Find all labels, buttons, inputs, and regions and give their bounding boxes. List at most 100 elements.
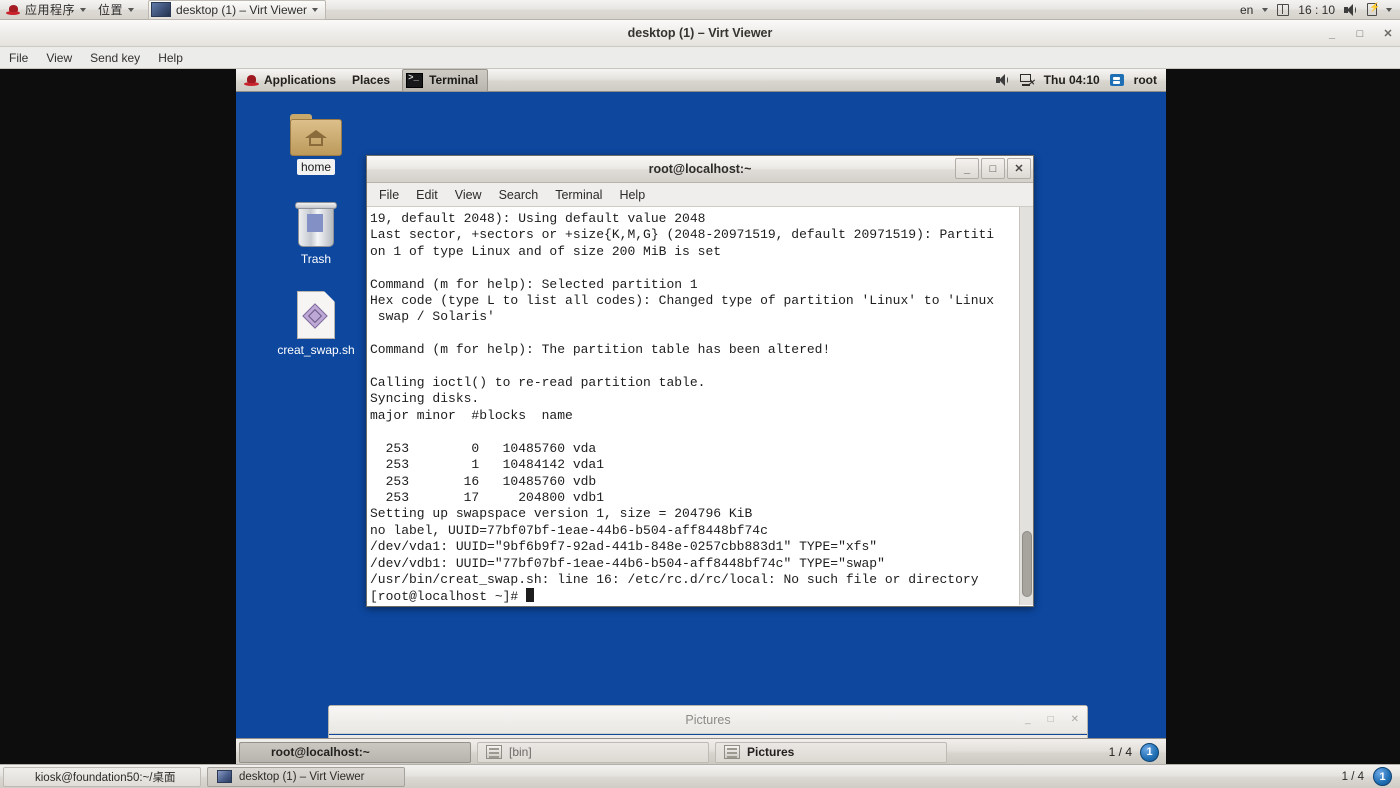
- vm-taskbar-item-terminal-label: root@localhost:~: [271, 745, 370, 759]
- vm-places-menu[interactable]: Places: [344, 69, 398, 92]
- host-taskbar-item-kiosk-terminal[interactable]: kiosk@foundation50:~/桌面: [3, 766, 201, 787]
- vm-taskbar-item-bin[interactable]: [bin]: [477, 741, 709, 763]
- desktop-icon-trash-label: Trash: [300, 252, 332, 266]
- terminal-menu-file[interactable]: File: [379, 188, 399, 202]
- vm-active-window-label: Terminal: [429, 73, 479, 87]
- vm-gnome-panel: Applications Places Terminal ✕ Thu 04:10…: [236, 69, 1166, 92]
- pictures-window-controls: _ □ ✕: [1025, 714, 1079, 725]
- terminal-output-area[interactable]: 19, default 2048): Using default value 2…: [367, 207, 1033, 605]
- minimize-button[interactable]: _: [1326, 28, 1338, 40]
- host-workspace-text: 1 / 4: [1341, 770, 1364, 783]
- vm-user-label[interactable]: root: [1134, 73, 1157, 87]
- terminal-window[interactable]: root@localhost:~ _ □ ✕ File Edit View Se…: [366, 155, 1034, 607]
- virt-viewer-titlebar: desktop (1) – Virt Viewer _ □ ✕: [0, 20, 1400, 47]
- vm-taskbar-item-pictures-label: Pictures: [747, 745, 795, 759]
- terminal-output-text: 19, default 2048): Using default value 2…: [370, 211, 995, 605]
- close-button[interactable]: ✕: [1071, 714, 1079, 725]
- menu-help[interactable]: Help: [158, 51, 183, 65]
- vm-workspace-badge[interactable]: 1: [1140, 742, 1159, 762]
- menu-file[interactable]: File: [9, 51, 28, 65]
- battery-icon[interactable]: [1367, 2, 1380, 16]
- vm-applications-label: Applications: [264, 73, 337, 87]
- maximize-button[interactable]: □: [1048, 714, 1054, 725]
- vm-places-label: Places: [352, 73, 391, 87]
- vm-workspace-text: 1 / 4: [1108, 745, 1132, 759]
- vm-active-window-button[interactable]: Terminal: [402, 69, 489, 92]
- script-file-icon: [297, 291, 335, 339]
- vm-workspace-switcher[interactable]: 1 / 4 1: [1108, 742, 1166, 762]
- host-applications-label: 应用程序: [25, 3, 76, 17]
- vm-taskbar: root@localhost:~ [bin] Pictures 1 / 4 1: [236, 738, 1166, 765]
- virt-viewer-window-controls: _ □ ✕: [1326, 20, 1394, 47]
- host-taskbar-item-virt-viewer-label: desktop (1) – Virt Viewer: [239, 770, 365, 783]
- host-places-label: 位置: [98, 3, 124, 17]
- chevron-down-icon[interactable]: [1386, 7, 1392, 12]
- virt-viewer-icon: [217, 770, 232, 783]
- terminal-menu-edit[interactable]: Edit: [416, 188, 438, 202]
- host-top-panel: 应用程序 位置 desktop (1) – Virt Viewer en 16 …: [0, 0, 1400, 20]
- terminal-cursor: [526, 588, 535, 603]
- desktop-icon-home[interactable]: home: [270, 114, 362, 175]
- minimize-button[interactable]: _: [955, 158, 979, 179]
- terminal-menu-terminal[interactable]: Terminal: [555, 188, 602, 202]
- host-window-list-label: desktop (1) – Virt Viewer: [176, 2, 307, 17]
- redhat-icon: [6, 4, 20, 16]
- vm-clock[interactable]: Thu 04:10: [1044, 73, 1100, 87]
- maximize-button[interactable]: □: [1354, 28, 1366, 40]
- host-workspace-badge[interactable]: 1: [1373, 767, 1392, 786]
- virt-viewer-icon: [151, 2, 172, 17]
- host-panel-tray: en 16 : 10: [1240, 2, 1400, 17]
- desktop-icon-home-label: home: [296, 159, 336, 175]
- host-workspace-switcher[interactable]: 1 / 4 1: [1342, 767, 1400, 786]
- terminal-scrollbar-thumb[interactable]: [1022, 531, 1032, 597]
- desktop-icon-creat-swap[interactable]: creat_swap.sh: [260, 291, 372, 358]
- vm-taskbar-item-terminal[interactable]: root@localhost:~: [239, 741, 471, 763]
- menu-view[interactable]: View: [46, 51, 72, 65]
- chevron-down-icon: [311, 7, 318, 12]
- menu-send-key[interactable]: Send key: [90, 51, 140, 65]
- volume-icon[interactable]: [995, 74, 1010, 86]
- vm-taskbar-item-pictures[interactable]: Pictures: [715, 741, 947, 763]
- close-button[interactable]: ✕: [1382, 27, 1394, 40]
- host-taskbar-item-kiosk-terminal-label: kiosk@foundation50:~/桌面: [35, 771, 176, 784]
- home-folder-icon: [290, 114, 342, 156]
- host-clock[interactable]: 16 : 10: [1298, 3, 1335, 17]
- virt-viewer-title: desktop (1) – Virt Viewer: [627, 26, 773, 40]
- desktop-icon-trash[interactable]: Trash: [270, 202, 362, 267]
- terminal-menu-help[interactable]: Help: [619, 188, 645, 202]
- vm-taskbar-item-bin-label: [bin]: [509, 745, 532, 759]
- terminal-scrollbar[interactable]: [1019, 207, 1033, 605]
- terminal-menu-search[interactable]: Search: [499, 188, 539, 202]
- vm-panel-tray: ✕ Thu 04:10 root: [995, 73, 1166, 87]
- minimize-button[interactable]: _: [1025, 714, 1031, 725]
- chevron-down-icon[interactable]: [1262, 7, 1269, 12]
- close-button[interactable]: ✕: [1007, 158, 1031, 179]
- host-taskbar: kiosk@foundation50:~/桌面 desktop (1) – Vi…: [0, 764, 1400, 788]
- file-manager-icon: [724, 745, 740, 759]
- maximize-button[interactable]: □: [981, 158, 1005, 179]
- terminal-title: root@localhost:~: [648, 162, 752, 176]
- file-manager-icon: [486, 745, 502, 759]
- screen: 应用程序 位置 desktop (1) – Virt Viewer en 16 …: [0, 0, 1400, 788]
- keyboard-layout-label[interactable]: en: [1240, 3, 1253, 17]
- desktop-icon-creat-swap-label: creat_swap.sh: [277, 343, 355, 357]
- host-window-list-button[interactable]: desktop (1) – Virt Viewer: [148, 0, 326, 20]
- chevron-down-icon: [128, 7, 135, 12]
- terminal-window-controls: _ □ ✕: [955, 158, 1031, 179]
- pictures-titlebar: Pictures _ □ ✕: [329, 706, 1087, 734]
- network-icon[interactable]: ✕: [1019, 74, 1035, 87]
- terminal-menubar: File Edit View Search Terminal Help: [367, 183, 1033, 207]
- host-taskbar-item-virt-viewer[interactable]: desktop (1) – Virt Viewer: [207, 766, 405, 787]
- terminal-menu-view[interactable]: View: [455, 188, 482, 202]
- vm-applications-menu[interactable]: Applications: [236, 69, 344, 92]
- host-places-menu[interactable]: 位置: [92, 0, 140, 20]
- user-icon: [1109, 74, 1124, 86]
- terminal-titlebar: root@localhost:~ _ □ ✕: [367, 156, 1033, 183]
- calendar-icon: [1277, 3, 1290, 16]
- volume-icon[interactable]: [1344, 3, 1358, 16]
- terminal-icon: [406, 72, 424, 88]
- host-applications-menu[interactable]: 应用程序: [0, 0, 92, 20]
- virt-viewer-menubar: File View Send key Help: [0, 47, 1400, 69]
- trash-icon: [294, 202, 338, 248]
- vm-display[interactable]: Applications Places Terminal ✕ Thu 04:10…: [236, 69, 1166, 765]
